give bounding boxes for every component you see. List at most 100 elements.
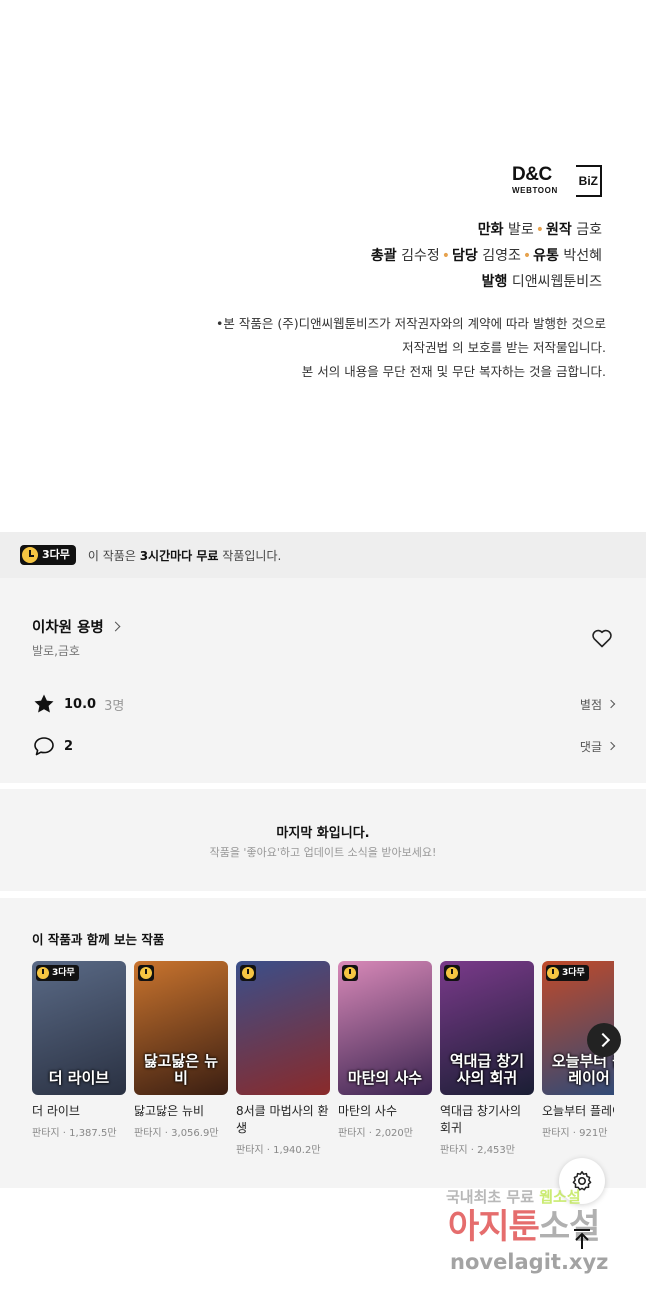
free-badge: 3다무 [36,965,79,981]
free-badge: 3다무 [546,965,589,981]
recommendation-card[interactable]: 마탄의 사수 마탄의 사수 판타지 · 2,020만 [338,961,432,1139]
watermark-line-1: 국내최초 무료 웹소설 [446,1188,581,1206]
meta-separator: · [161,1128,172,1139]
recommendation-views: 921만 [579,1128,608,1139]
free-badge [342,965,358,981]
meta-separator: · [569,1128,580,1139]
credit-separator: • [522,248,532,264]
credit-separator: • [441,248,451,264]
recommendations-heading: 이 작품과 함께 보는 작품 [32,932,165,947]
rating-link[interactable]: 별점 [579,696,616,713]
credit-value: 김수정 [401,248,440,264]
recommendation-title[interactable]: 마탄의 사수 [338,1103,432,1120]
arrow-up-icon [574,1229,590,1249]
free-badge [138,965,154,981]
recommendation-title[interactable]: 역대급 창기사의 회귀 [440,1103,534,1137]
free-text-bold: 3시간마다 무료 [139,548,219,563]
thumbnail-title-art: 오늘부터 플레이어 [551,1052,614,1087]
clock-icon [140,967,152,979]
recommendation-title[interactable]: 더 라이브 [32,1103,126,1120]
free-every-3h-banner: 3다무 이 작품은 3시간마다 무료 작품입니다. [0,532,646,578]
last-episode-section: 마지막 화입니다. 작품을 '좋아요'하고 업데이트 소식을 받아보세요! [0,789,646,891]
clock-icon [37,967,49,979]
clock-icon [344,967,356,979]
watermark-text: 아지툰 [448,1207,540,1247]
recommendation-meta: 판타지 · 1,387.5만 [32,1124,126,1139]
recommendation-card[interactable]: 역대급 창기사의 회귀 역대급 창기사의 회귀 판타지 · 2,453만 [440,961,534,1156]
recommendation-card[interactable]: 닳고닳은 뉴비 닳고닳은 뉴비 판타지 · 3,056.9만 [134,961,228,1139]
credit-line-1: 만화 발로 • 원작 금호 [478,220,602,240]
recommendation-card[interactable]: 3다무 더 라이브더 라이브판타지 · 1,387.5만 [32,961,126,1139]
free-text-after: 작품입니다. [218,548,282,563]
comment-icon [34,737,54,756]
star-icon [34,694,54,713]
last-episode-title: 마지막 화입니다. [276,826,370,841]
credit-label: 발행 [481,274,508,290]
recommendation-thumbnail[interactable]: 역대급 창기사의 회귀 [440,961,534,1095]
heart-icon[interactable] [590,626,614,650]
recommendation-views: 3,056.9만 [171,1128,219,1139]
credit-value: 금호 [576,222,602,238]
meta-separator: · [365,1128,376,1139]
rating-row: 10.0 3명 별점 [32,692,616,716]
logo-biz-box: BiZ [576,165,602,197]
recommendation-meta: 판타지 · 2,453만 [440,1141,534,1156]
watermark-text: 웹소설 [539,1188,581,1206]
free-text-before: 이 작품은 [87,548,140,563]
credit-line-3: 발행 디앤씨웹툰비즈 [482,272,602,292]
copyright-notice-1: •본 작품은 (주)디앤씨웹툰비즈가 저작권자와의 계약에 따라 발행한 것으로 [216,316,606,331]
free-badge: 3다무 [20,545,76,565]
recommendation-title[interactable]: 오늘부터 플레이어 [542,1103,614,1120]
recommendation-thumbnail[interactable]: 마탄의 사수 [338,961,432,1095]
meta-separator: · [263,1145,274,1156]
recommendations-section: 이 작품과 함께 보는 작품 3다무 더 라이브더 라이브판타지 · 1,387.… [0,898,646,1188]
recommendation-thumbnail[interactable] [236,961,330,1095]
recommendation-meta: 판타지 · 1,940.2만 [236,1141,330,1156]
recommendation-card[interactable]: 8서클 마법사의 환생판타지 · 1,940.2만 [236,961,330,1156]
credit-label: 유통 [533,248,559,264]
last-episode-subtitle: 작품을 '좋아요'하고 업데이트 소식을 받아보세요! [209,846,437,859]
comment-count: 2 [64,738,74,754]
recommendation-thumbnail[interactable]: 3다무 더 라이브 [32,961,126,1095]
recommendation-title[interactable]: 8서클 마법사의 환생 [236,1103,330,1137]
recommendation-meta: 판타지 · 3,056.9만 [134,1124,228,1139]
recommendation-thumbnail[interactable]: 닳고닳은 뉴비 [134,961,228,1095]
chevron-right-icon [606,741,616,751]
work-info-section: 이차원 용병 발로,금호 10.0 3명 별점 2 댓글 [0,578,646,783]
recommendation-genre: 판타지 [32,1128,60,1139]
free-badge [240,965,256,981]
credit-line-2: 총괄 김수정 • 담당 김영조 • 유통 박선혜 [371,246,602,266]
comment-row: 2 댓글 [32,734,616,758]
recommendation-views: 2,453만 [477,1145,515,1156]
comment-link-label: 댓글 [579,739,602,754]
credit-label: 담당 [452,248,478,264]
publisher-logo: D&C WEBTOON BiZ [512,165,602,197]
recommendation-meta: 판타지 · 921만 [542,1124,614,1139]
recommendation-genre: 판타지 [134,1128,162,1139]
chevron-right-icon [110,621,121,632]
free-badge-label: 3다무 [562,968,585,978]
chevron-right-icon [606,699,616,709]
credit-label: 원작 [546,222,572,238]
work-title-link[interactable]: 이차원 용병 [32,616,121,637]
recommendation-meta: 판타지 · 2,020만 [338,1124,432,1139]
thumbnail-title-art: 마탄의 사수 [347,1069,423,1087]
credit-value: 발로 [507,222,534,238]
credit-value: 디앤씨웹툰비즈 [511,274,602,290]
scroll-top-button[interactable] [565,1222,599,1256]
recommendation-title[interactable]: 닳고닳은 뉴비 [134,1103,228,1120]
carousel-next-button[interactable] [587,1023,621,1057]
recommendation-genre: 판타지 [236,1145,264,1156]
comment-link[interactable]: 댓글 [579,738,616,755]
recommendation-views: 1,940.2만 [273,1145,321,1156]
clock-icon [547,967,559,979]
free-badge [444,965,460,981]
logo-biz: BiZ [578,174,598,188]
recommendation-views: 1,387.5만 [69,1128,117,1139]
rating-link-label: 별점 [579,697,602,712]
credit-value: 박선혜 [563,248,602,264]
logo-main: D&C [512,164,552,185]
work-authors: 발로,금호 [32,644,80,658]
clock-icon [446,967,458,979]
rating-count: 3명 [104,698,125,714]
